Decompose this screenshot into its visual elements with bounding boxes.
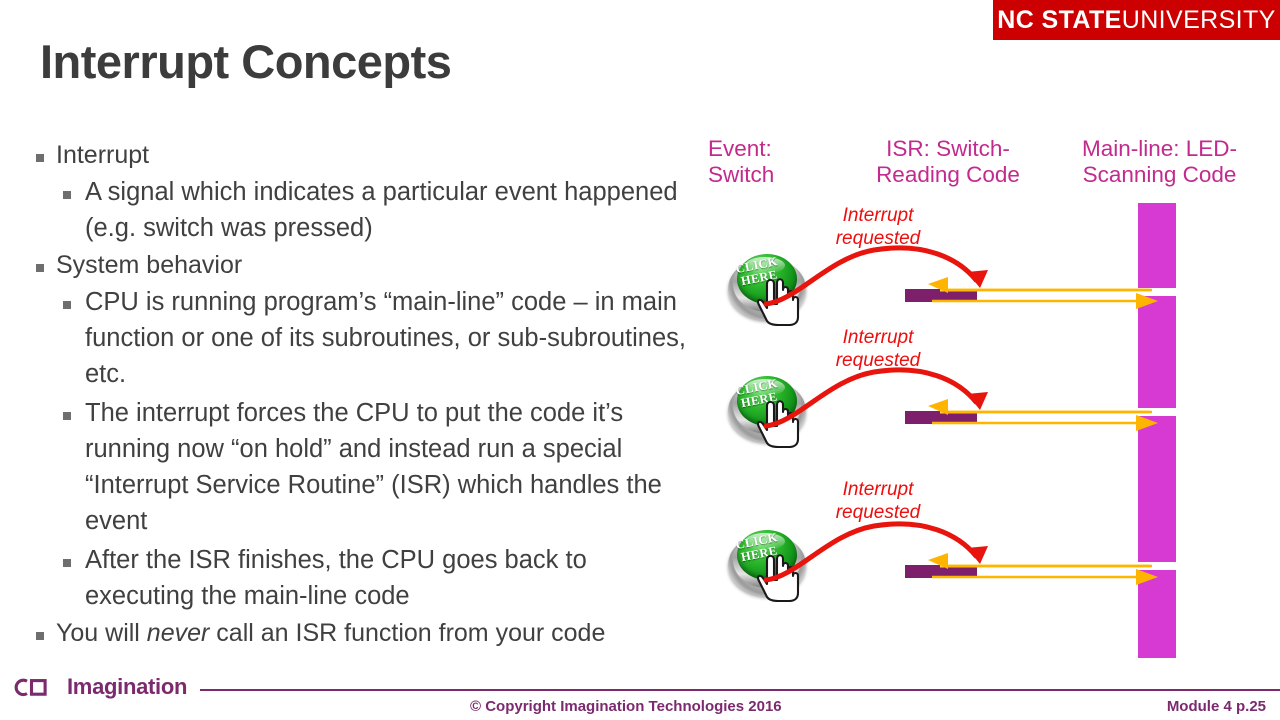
nc-state-wordmark: NC STATEUNIVERSITY xyxy=(997,6,1276,35)
nc-state-university-logo: NC STATEUNIVERSITY xyxy=(993,0,1280,40)
bullet-square-icon xyxy=(36,249,56,275)
bullet-level2: A signal which indicates a particular ev… xyxy=(36,174,696,246)
slide-canvas: NC STATEUNIVERSITY Interrupt Concepts In… xyxy=(0,0,1280,720)
bullet-text: The interrupt forces the CPU to put the … xyxy=(85,399,662,535)
bullet-square-icon xyxy=(63,542,85,570)
diagram-column-header-event: Event: Switch xyxy=(708,136,775,187)
slide-body-list: Interrupt A signal which indicates a par… xyxy=(36,139,696,652)
nc-state-bold-text: NC STATE xyxy=(997,5,1122,34)
bullet-square-icon xyxy=(36,139,56,165)
bullet-text: A signal which indicates a particular ev… xyxy=(85,178,678,242)
bullet-text: CPU is running program’s “main-line” cod… xyxy=(85,288,687,388)
bullet-square-icon xyxy=(63,284,85,312)
footer-divider xyxy=(200,689,1280,691)
bullet-level2: CPU is running program’s “main-line” cod… xyxy=(36,284,696,392)
bullet-level1-never: You will never call an ISR function from… xyxy=(36,617,696,650)
bullet-text-emphasis: never xyxy=(146,619,210,647)
control-flow-arrows xyxy=(928,553,1158,585)
nc-state-light-text: UNIVERSITY xyxy=(1121,5,1276,34)
bullet-level2: The interrupt forces the CPU to put the … xyxy=(36,395,696,539)
diagram-column-header-isr: ISR: Switch- Reading Code xyxy=(876,136,1020,187)
copyright-text: © Copyright Imagination Technologies 201… xyxy=(470,698,782,715)
bullet-text: System behavior xyxy=(56,251,243,279)
bullet-text-pre: You will xyxy=(56,619,147,647)
interrupt-event-group: Interrupt requested CLICK HERE xyxy=(700,479,1280,630)
bullet-square-icon xyxy=(63,174,85,202)
bullet-text-post: call an ISR function from your code xyxy=(209,619,606,647)
diagram-column-header-mainline: Main-line: LED- Scanning Code xyxy=(1081,136,1238,187)
bullet-level1: Interrupt xyxy=(36,139,696,172)
module-page-label: Module 4 p.25 xyxy=(1166,698,1266,715)
interrupt-event-group: Interrupt requested CLICK HERE xyxy=(700,327,1280,478)
bullet-text: You will never call an ISR function from… xyxy=(56,617,696,650)
bullet-text: After the ISR finishes, the CPU goes bac… xyxy=(85,546,587,610)
bullet-square-icon xyxy=(63,395,85,423)
control-flow-arrows xyxy=(928,399,1158,431)
bullet-text: Interrupt xyxy=(56,141,150,169)
bullet-level2: After the ISR finishes, the CPU goes bac… xyxy=(36,542,696,614)
imagination-technologies-logo: Imagination xyxy=(14,674,187,700)
bullet-level1: System behavior xyxy=(36,249,696,282)
imagination-wordmark: Imagination xyxy=(67,674,188,699)
interrupt-timeline-diagram: Event: Switch ISR: Switch- Reading Code … xyxy=(700,128,1280,668)
imagination-mark-icon xyxy=(14,678,47,697)
bullet-square-icon xyxy=(36,617,56,643)
page-title: Interrupt Concepts xyxy=(40,35,452,88)
